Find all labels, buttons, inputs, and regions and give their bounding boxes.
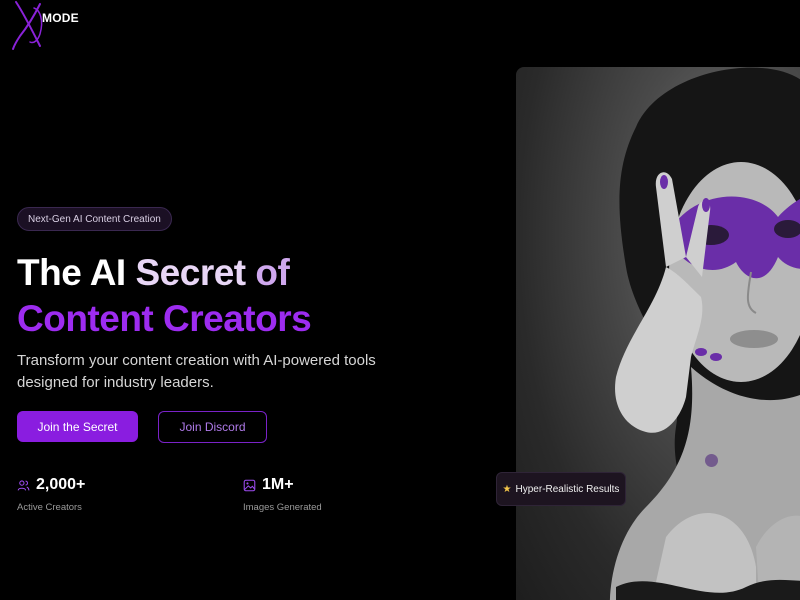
image-icon <box>243 479 256 491</box>
landing-page: MODE Next-Gen AI Content Creation The AI… <box>0 0 800 600</box>
logo-text: MODE <box>42 11 79 25</box>
stat-label: Images Generated <box>243 502 322 513</box>
hyper-realistic-badge: ★ Hyper-Realistic Results <box>496 472 626 506</box>
hero-subtitle: Transform your content creation with AI-… <box>17 352 376 391</box>
x-logo-icon <box>12 1 43 50</box>
stat-value: 1M+ <box>262 476 294 493</box>
stat-images-generated: 1M+ Images Generated <box>243 476 322 513</box>
badge-text: Hyper-Realistic Results <box>515 483 620 495</box>
hero-badge: Next-Gen AI Content Creation <box>17 207 172 231</box>
stat-label: Active Creators <box>17 502 82 513</box>
headline-line-1: The AI Secret of <box>17 250 311 296</box>
star-icon: ★ <box>502 483 512 495</box>
stat-active-creators: 2,000+ Active Creators <box>17 476 85 513</box>
headline-word: The <box>17 252 82 293</box>
join-secret-button[interactable]: Join the Secret <box>17 411 138 442</box>
users-icon <box>17 479 30 491</box>
headline-word: of <box>255 252 290 293</box>
masked-portrait-illustration <box>609 67 800 600</box>
join-discord-button[interactable]: Join Discord <box>158 411 267 443</box>
hero-image <box>516 67 800 600</box>
headline-line-2: Content Creators <box>17 298 312 339</box>
logo[interactable]: MODE <box>10 0 80 52</box>
headline-word: Secret <box>135 252 246 293</box>
stat-value: 2,000+ <box>36 476 86 493</box>
headline-word: AI <box>89 252 127 293</box>
carousel-dot[interactable] <box>705 454 718 467</box>
hero-headline: The AI Secret of Content Creators <box>17 250 312 342</box>
